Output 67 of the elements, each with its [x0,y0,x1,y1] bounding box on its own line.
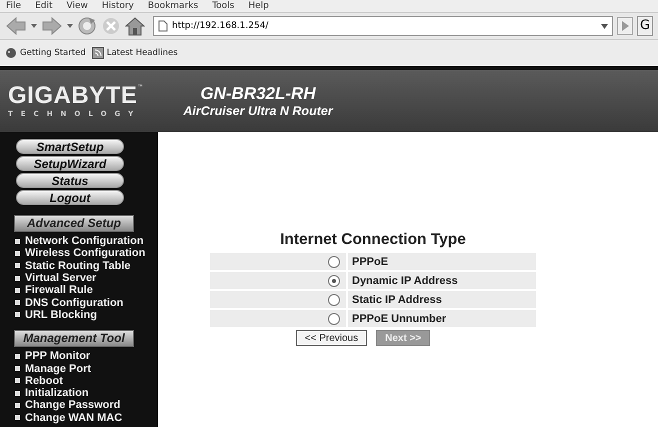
bookmark-link[interactable]: Latest Headlines [92,47,178,59]
bullet-icon [15,390,20,396]
nav-link[interactable]: URL Blocking [25,308,97,321]
nav-link[interactable]: Firewall Rule [25,284,93,296]
reload-icon[interactable] [77,16,97,36]
model-title: GN-BR32L-RH [200,84,316,104]
menu-item[interactable]: Tools [212,0,234,12]
menu-item[interactable]: History [102,0,134,12]
nav-link[interactable]: Wireless Configuration [25,247,146,260]
forward-icon[interactable] [41,16,63,36]
nav-link[interactable]: Reboot [25,374,63,387]
nav-link[interactable]: Manage Port [25,362,92,375]
radio-button[interactable] [328,274,340,286]
bullet-icon [15,402,20,408]
menu-item[interactable]: Bookmarks [148,0,198,12]
bullet-icon [15,238,20,244]
form-title: Internet Connection Type [279,231,467,249]
nav-link[interactable]: Change Password [25,399,120,412]
nav-link[interactable]: DNS Configuration [25,296,124,309]
nav-button[interactable]: Status [16,173,124,188]
bullet-icon [15,276,20,281]
previous-button[interactable]: << Previous [296,330,368,346]
product-subtitle: AirCruiser Ultra N Router [183,104,333,118]
nav-link[interactable]: Change WAN MAC [25,412,122,424]
go-icon[interactable] [617,17,633,35]
bullet-icon [15,312,20,318]
menu-item[interactable]: Help [248,0,269,12]
search-field[interactable]: G [637,16,653,36]
back-icon[interactable] [5,16,27,36]
bullet-icon [15,378,20,384]
radio-button[interactable] [328,312,340,324]
nav-link[interactable]: PPP Monitor [25,350,90,362]
section-header: Advanced Setup [14,215,134,232]
globe-icon [5,47,17,59]
nav-link[interactable]: Static Routing Table [25,260,131,272]
dropdown-caret-icon[interactable] [31,24,37,28]
nav-button[interactable]: SmartSetup [16,139,124,154]
feed-icon [92,47,104,59]
nav-link[interactable]: Virtual Server [25,272,96,284]
bullet-icon [15,415,20,420]
menu-item[interactable]: File [6,0,22,12]
nav-link[interactable]: Network Configuration [25,235,144,248]
bullet-icon [15,288,20,293]
bullet-icon [15,300,20,306]
option-label: PPPoE [351,256,388,268]
nav-button[interactable]: SetupWizard [16,156,124,171]
dropdown-caret-icon[interactable] [67,24,73,28]
section-header: Management Tool [14,330,134,348]
home-icon[interactable] [125,16,145,36]
radio-button[interactable] [328,256,340,268]
nav-link[interactable]: Initialization [25,387,89,400]
dropdown-caret-icon[interactable] [601,24,608,28]
menu-item[interactable]: View [66,0,88,12]
page-icon [158,20,168,32]
bookmark-link[interactable]: Getting Started [5,47,86,59]
option-label: PPPoE Unnumber [351,312,446,324]
address-field[interactable]: http://192.168.1.254/ [153,16,613,36]
brand-logo: GIGABYTE [8,84,138,108]
option-label: Static IP Address [351,294,442,306]
menu-item[interactable]: Edit [35,0,52,12]
option-label: Dynamic IP Address [351,274,458,286]
radio-button[interactable] [328,294,340,306]
bullet-icon [15,263,20,268]
bullet-icon [15,250,20,256]
bullet-icon [15,366,20,372]
nav-button[interactable]: Logout [16,190,124,205]
bullet-icon [15,354,20,359]
